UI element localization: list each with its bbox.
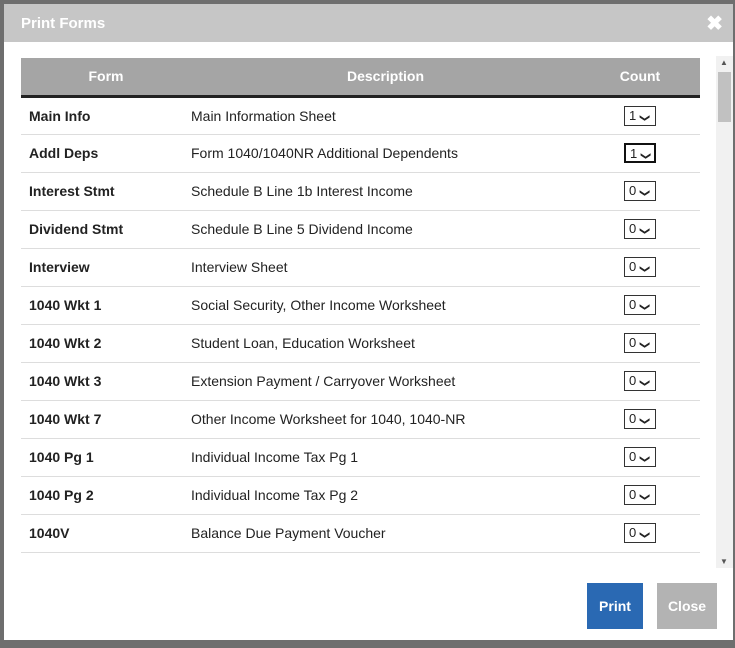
- form-description: Individual Income Tax Pg 1: [191, 438, 580, 477]
- chevron-down-icon: ❯: [639, 530, 651, 540]
- dialog-header: Print Forms ✖: [4, 4, 733, 42]
- scroll-down-icon[interactable]: ▼: [720, 557, 728, 566]
- table-row: Dividend Stmt Schedule B Line 5 Dividend…: [21, 210, 700, 249]
- chevron-down-icon: ❯: [639, 302, 651, 312]
- chevron-down-icon: ❯: [639, 454, 651, 464]
- table-row: 1040 Wkt 2 Student Loan, Education Works…: [21, 324, 700, 363]
- header-count: Count: [580, 58, 700, 98]
- count-select[interactable]: 0 ❯: [624, 371, 656, 391]
- chevron-down-icon: ❯: [639, 113, 651, 122]
- table-row: 1040 Wkt 1 Social Security, Other Income…: [21, 286, 700, 325]
- form-description: Student Loan, Education Worksheet: [191, 324, 580, 363]
- form-name: Interview: [21, 248, 191, 287]
- count-select[interactable]: 1 ❯: [624, 105, 656, 126]
- form-name: 1040 Wkt 1: [21, 286, 191, 325]
- chevron-down-icon: ❯: [639, 226, 651, 236]
- form-name: 1040 Wkt 3: [21, 362, 191, 401]
- table-row: 1040 Wkt 3 Extension Payment / Carryover…: [21, 362, 700, 401]
- dialog-title: Print Forms: [21, 15, 106, 32]
- form-description: Balance Due Payment Voucher: [191, 514, 580, 553]
- print-forms-dialog: Print Forms ✖ Form Description Count Mai…: [4, 4, 733, 640]
- form-name: 1040 Pg 2: [21, 476, 191, 515]
- count-select[interactable]: 0 ❯: [624, 523, 656, 543]
- form-name: 1040 Wkt 7: [21, 400, 191, 439]
- form-description: Interview Sheet: [191, 248, 580, 287]
- form-name: Interest Stmt: [21, 172, 191, 211]
- table-row: Main Info Main Information Sheet 1 ❯: [21, 96, 700, 135]
- form-name: Dividend Stmt: [21, 210, 191, 249]
- count-select[interactable]: 1 ❯: [624, 143, 656, 163]
- print-button[interactable]: Print: [587, 583, 643, 629]
- count-select[interactable]: 0 ❯: [624, 295, 656, 315]
- form-description: Extension Payment / Carryover Worksheet: [191, 362, 580, 401]
- close-icon[interactable]: ✖: [706, 11, 723, 36]
- count-select[interactable]: 0 ❯: [624, 219, 656, 239]
- chevron-down-icon: ❯: [639, 416, 651, 426]
- table-row: 1040V Balance Due Payment Voucher 0 ❯: [21, 514, 700, 553]
- count-select[interactable]: 0 ❯: [624, 181, 656, 201]
- table-row: 1040 Wkt 7 Other Income Worksheet for 10…: [21, 400, 700, 439]
- count-select[interactable]: 0 ❯: [624, 257, 656, 277]
- form-name: 1040V: [21, 514, 191, 553]
- forms-table: Form Description Count Main Info Main In…: [21, 58, 700, 553]
- forms-list: Form Description Count Main Info Main In…: [4, 42, 733, 568]
- form-description: Other Income Worksheet for 1040, 1040-NR: [191, 400, 580, 439]
- form-name: Main Info: [21, 96, 191, 135]
- count-select[interactable]: 0 ❯: [624, 485, 656, 505]
- count-select[interactable]: 0 ❯: [624, 333, 656, 353]
- chevron-down-icon: ❯: [639, 264, 651, 274]
- scrollbar-thumb[interactable]: [718, 72, 731, 122]
- chevron-down-icon: ❯: [639, 492, 651, 502]
- chevron-down-icon: ❯: [640, 151, 652, 161]
- form-description: Form 1040/1040NR Additional Dependents: [191, 134, 580, 173]
- form-description: Main Information Sheet: [191, 96, 580, 135]
- header-description: Description: [191, 58, 580, 98]
- form-description: Schedule B Line 5 Dividend Income: [191, 210, 580, 249]
- form-description: Individual Income Tax Pg 2: [191, 476, 580, 515]
- table-row: Addl Deps Form 1040/1040NR Additional De…: [21, 134, 700, 173]
- scroll-up-icon[interactable]: ▲: [720, 58, 728, 67]
- chevron-down-icon: ❯: [639, 378, 651, 388]
- form-description: Schedule B Line 1b Interest Income: [191, 172, 580, 211]
- form-name: 1040 Pg 1: [21, 438, 191, 477]
- count-select[interactable]: 0 ❯: [624, 447, 656, 467]
- scrollbar[interactable]: ▲ ▼: [716, 56, 733, 568]
- close-button[interactable]: Close: [657, 583, 717, 629]
- table-row: Interview Interview Sheet 0 ❯: [21, 248, 700, 287]
- count-select[interactable]: 0 ❯: [624, 409, 656, 429]
- chevron-down-icon: ❯: [639, 188, 651, 198]
- table-row: 1040 Pg 1 Individual Income Tax Pg 1 0 ❯: [21, 438, 700, 477]
- form-name: 1040 Wkt 2: [21, 324, 191, 363]
- table-row: Interest Stmt Schedule B Line 1b Interes…: [21, 172, 700, 211]
- header-form: Form: [21, 58, 191, 98]
- form-name: Addl Deps: [21, 134, 191, 173]
- form-description: Social Security, Other Income Worksheet: [191, 286, 580, 325]
- table-row: 1040 Pg 2 Individual Income Tax Pg 2 0 ❯: [21, 476, 700, 515]
- chevron-down-icon: ❯: [639, 340, 651, 350]
